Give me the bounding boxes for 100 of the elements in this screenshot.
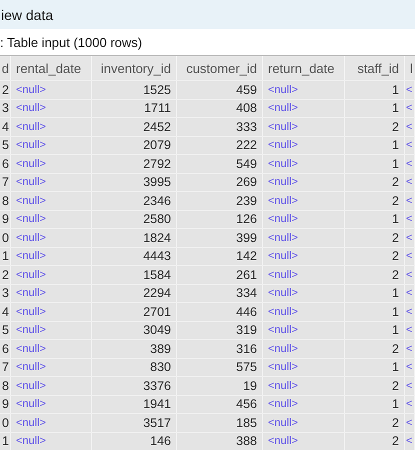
table-cell: 142 <box>177 246 263 265</box>
table-cell: <null> <box>11 172 92 191</box>
table-cell: 3376 <box>92 376 177 394</box>
table-cell: <null> <box>11 80 92 98</box>
table-cell: <null> <box>263 210 345 228</box>
table-cell: 7 <box>0 358 11 376</box>
table-cell: 389 <box>92 339 177 358</box>
table-cell: 830 <box>92 358 177 376</box>
table-cell: <null> <box>11 284 92 302</box>
table-cell: < <box>405 413 415 432</box>
table-cell: < <box>405 98 415 117</box>
table-cell: 185 <box>177 413 263 432</box>
table-cell: <null> <box>263 265 345 284</box>
table-cell: 1711 <box>92 98 177 117</box>
table-cell: 3517 <box>92 413 177 432</box>
table-cell: <null> <box>11 376 92 394</box>
table-cell: 388 <box>177 432 263 450</box>
table-cell: 1 <box>345 136 405 154</box>
table-cell: <null> <box>263 228 345 246</box>
table-cell: < <box>405 394 415 413</box>
table-cell: < <box>405 320 415 339</box>
table-cell: < <box>405 246 415 265</box>
table-cell: < <box>405 136 415 154</box>
table-cell: < <box>405 302 415 320</box>
table-cell: 2 <box>0 80 11 98</box>
table-cell: 334 <box>177 284 263 302</box>
table-cell: <null> <box>263 98 345 117</box>
table-cell: 2 <box>345 246 405 265</box>
table-cell: 3 <box>0 98 11 117</box>
table-cell: 316 <box>177 339 263 358</box>
table-cell: 3995 <box>92 172 177 191</box>
table-cell: <null> <box>263 191 345 210</box>
table-cell: <null> <box>263 136 345 154</box>
table-cell: <null> <box>11 117 92 136</box>
table-cell: 239 <box>177 191 263 210</box>
table-cell: < <box>405 284 415 302</box>
table-cell: 1 <box>345 320 405 339</box>
table-cell: 2 <box>345 432 405 450</box>
table-cell: <null> <box>11 191 92 210</box>
table-cell: <null> <box>11 320 92 339</box>
table-cell: 1 <box>345 302 405 320</box>
table-cell: 8 <box>0 376 11 394</box>
table-cell: 146 <box>92 432 177 450</box>
table-cell: 1 <box>0 432 11 450</box>
table-cell: < <box>405 265 415 284</box>
table-cell: 1824 <box>92 228 177 246</box>
table-cell: <null> <box>11 154 92 172</box>
table-cell: <null> <box>11 432 92 450</box>
table-cell: 2701 <box>92 302 177 320</box>
table-cell: <null> <box>263 358 345 376</box>
table-cell: <null> <box>263 154 345 172</box>
table-cell: <null> <box>263 320 345 339</box>
table-cell: <null> <box>11 302 92 320</box>
table-cell: 19 <box>177 376 263 394</box>
table-cell: 399 <box>177 228 263 246</box>
table-cell: <null> <box>11 413 92 432</box>
table-cell: 4 <box>0 117 11 136</box>
table-cell: 2 <box>345 376 405 394</box>
table-cell: 2 <box>345 339 405 358</box>
table-cell: 2580 <box>92 210 177 228</box>
table-cell: 575 <box>177 358 263 376</box>
table-cell: 269 <box>177 172 263 191</box>
table-cell: < <box>405 358 415 376</box>
table-cell: 408 <box>177 98 263 117</box>
table-cell: <null> <box>11 394 92 413</box>
table-cell: 6 <box>0 154 11 172</box>
table-cell: 1525 <box>92 80 177 98</box>
table-cell: <null> <box>263 413 345 432</box>
table-cell: < <box>405 172 415 191</box>
table-cell: 1 <box>0 246 11 265</box>
table-cell: 261 <box>177 265 263 284</box>
table-cell: 446 <box>177 302 263 320</box>
table-cell: <null> <box>263 339 345 358</box>
table-cell: 2792 <box>92 154 177 172</box>
table-cell: 1 <box>345 154 405 172</box>
table-cell: 2079 <box>92 136 177 154</box>
table-cell: <null> <box>11 136 92 154</box>
table-cell: 0 <box>0 413 11 432</box>
table-cell: < <box>405 339 415 358</box>
table-cell: 9 <box>0 210 11 228</box>
table-cell: 1941 <box>92 394 177 413</box>
table-cell: 3 <box>0 284 11 302</box>
table-cell: < <box>405 191 415 210</box>
table-cell: < <box>405 228 415 246</box>
table-cell: 9 <box>0 394 11 413</box>
table-cell: 6 <box>0 339 11 358</box>
table-cell: 2294 <box>92 284 177 302</box>
table-cell: 333 <box>177 117 263 136</box>
table-cell: 1584 <box>92 265 177 284</box>
column-header[interactable]: d <box>0 56 11 80</box>
table-cell: 1 <box>345 358 405 376</box>
table-cell: <null> <box>263 117 345 136</box>
table-cell: <null> <box>11 98 92 117</box>
table-cell: 2 <box>345 172 405 191</box>
table-cell: 7 <box>0 172 11 191</box>
table-cell: 2 <box>345 228 405 246</box>
table-cell: <null> <box>263 172 345 191</box>
table-cell: <null> <box>11 358 92 376</box>
table-cell: <null> <box>263 432 345 450</box>
table-cell: < <box>405 432 415 450</box>
